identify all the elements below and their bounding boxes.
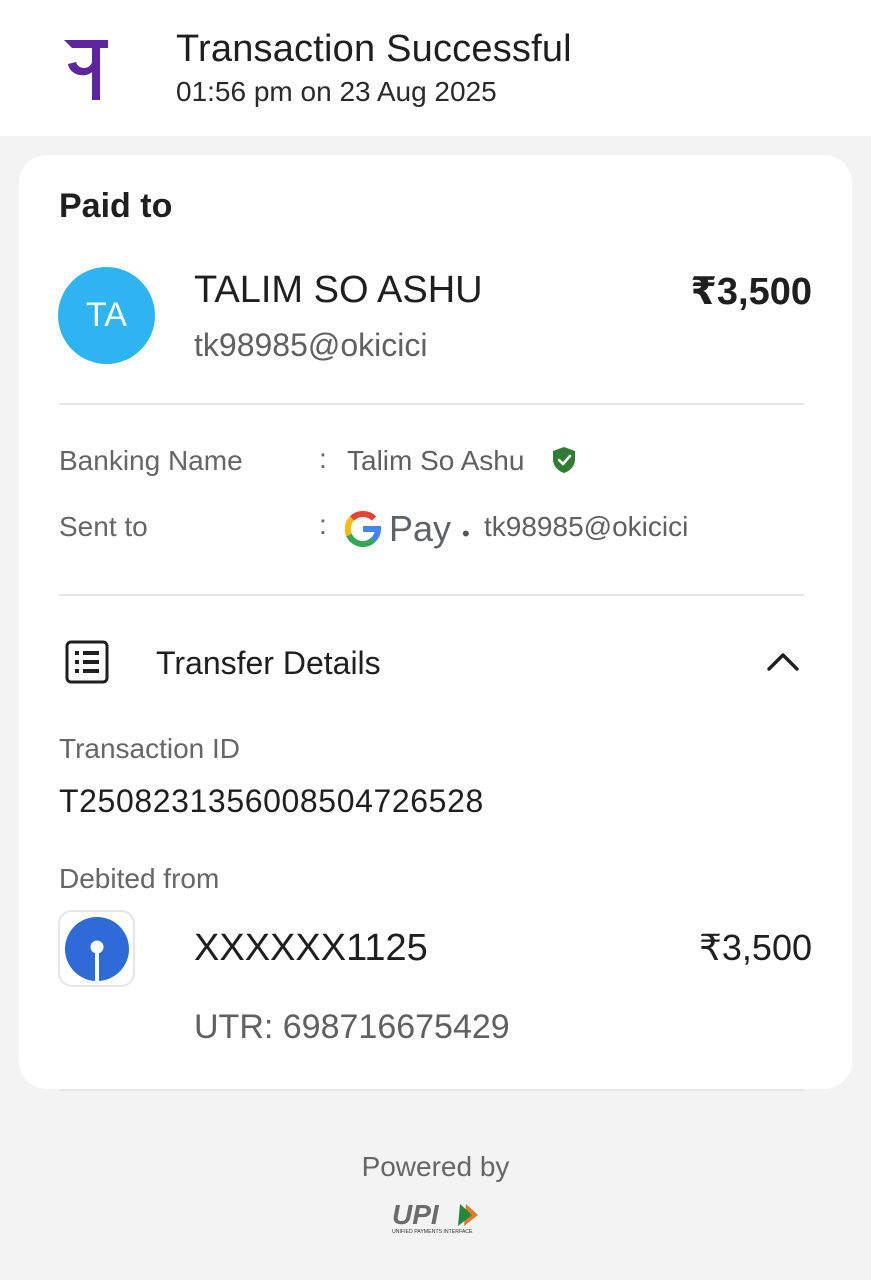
receipt-list-icon: [65, 640, 109, 684]
upi-tagline: UNIFIED PAYMENTS INTERFACE: [392, 1229, 473, 1235]
upi-logo-icon: UPI UNIFIED PAYMENTS INTERFACE: [392, 1199, 478, 1235]
shield-check-icon: [553, 447, 575, 473]
debit-amount: ₹3,500: [699, 927, 812, 968]
colon: :: [319, 443, 327, 474]
banking-name-label: Banking Name: [59, 445, 243, 476]
utr-number[interactable]: UTR: 698716675429: [194, 1008, 510, 1047]
gpay-logo: Pay: [345, 507, 451, 551]
colon: :: [319, 509, 327, 540]
sent-to-vpa: tk98985@okicici: [484, 511, 689, 542]
sent-to-label: Sent to: [59, 511, 148, 542]
payee-avatar: TA: [58, 267, 155, 364]
divider: [59, 1089, 804, 1091]
divider: [59, 403, 804, 405]
transaction-id-label: Transaction ID: [59, 733, 241, 764]
banking-name-value: Talim So Ashu: [347, 445, 525, 476]
google-g-icon: [345, 511, 381, 547]
separator-dot: •: [462, 521, 470, 546]
chevron-up-icon[interactable]: [766, 649, 800, 673]
transaction-datetime: 01:56 pm on 23 Aug 2025: [176, 76, 497, 107]
paid-to-label: Paid to: [59, 187, 173, 225]
page-title: Transaction Successful: [176, 28, 572, 70]
upi-logo-text: UPI: [392, 1199, 440, 1230]
sbi-logo-icon: [58, 910, 135, 987]
transaction-card: Paid to TA TALIM SO ASHU tk98985@okicici…: [19, 155, 852, 1089]
phonepe-logo-icon: [64, 40, 108, 100]
transaction-id-value[interactable]: T2508231356008504726528: [59, 783, 484, 820]
account-number: XXXXXX1125: [194, 927, 428, 969]
paid-amount: ₹3,500: [690, 271, 812, 313]
payee-name: TALIM SO ASHU: [194, 269, 483, 311]
payee-vpa: tk98985@okicici: [194, 327, 428, 363]
divider: [59, 594, 804, 596]
gpay-text: Pay: [389, 508, 452, 549]
powered-by-label: Powered by: [361, 1151, 510, 1182]
header: Transaction Successful 01:56 pm on 23 Au…: [0, 0, 871, 136]
transfer-details-title[interactable]: Transfer Details: [156, 645, 381, 682]
debited-from-label: Debited from: [59, 863, 220, 894]
